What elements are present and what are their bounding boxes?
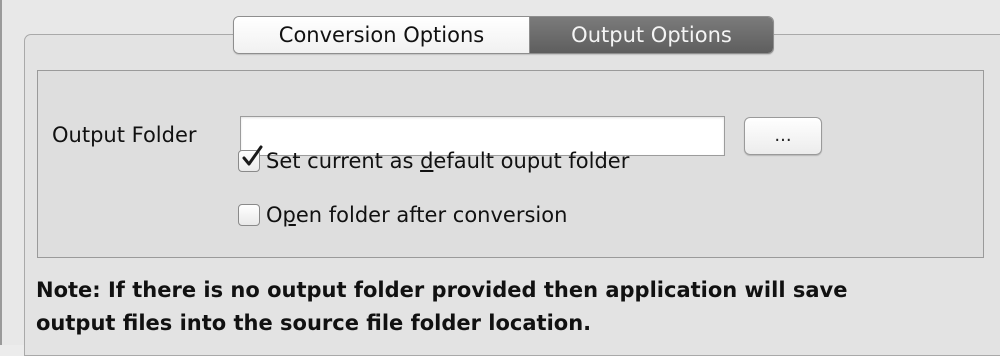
default-folder-checkbox[interactable]	[238, 145, 263, 172]
output-note: Note: If there is no output folder provi…	[36, 274, 986, 340]
options-window: Conversion Options Output Options Output…	[0, 0, 1000, 356]
note-line-1: Note: If there is no output folder provi…	[36, 278, 848, 302]
default-folder-option[interactable]: Set current as default ouput folder	[238, 145, 629, 175]
output-folder-label: Output Folder	[52, 123, 197, 147]
open-folder-label: Open folder after conversion	[266, 201, 567, 229]
browse-folder-button[interactable]: ...	[744, 117, 822, 155]
open-folder-checkbox[interactable]	[238, 204, 260, 226]
default-folder-label: Set current as default ouput folder	[266, 147, 629, 175]
tab-output-options[interactable]: Output Options	[530, 17, 773, 53]
default-folder-label-suffix: efault ouput folder	[433, 149, 630, 173]
open-folder-mnemonic: p	[282, 203, 296, 227]
checkmark-icon	[242, 145, 263, 166]
note-line-2: output files into the source file folder…	[36, 311, 592, 335]
default-folder-mnemonic: d	[420, 149, 434, 173]
open-folder-label-suffix: en folder after conversion	[295, 203, 568, 227]
open-folder-option[interactable]: Open folder after conversion	[238, 201, 567, 229]
options-tab-bar: Conversion Options Output Options	[233, 16, 774, 54]
window-left-border	[0, 0, 2, 345]
open-folder-label-prefix: O	[266, 203, 283, 227]
tab-conversion-options[interactable]: Conversion Options	[234, 17, 530, 53]
default-folder-label-prefix: Set current as	[266, 149, 421, 173]
